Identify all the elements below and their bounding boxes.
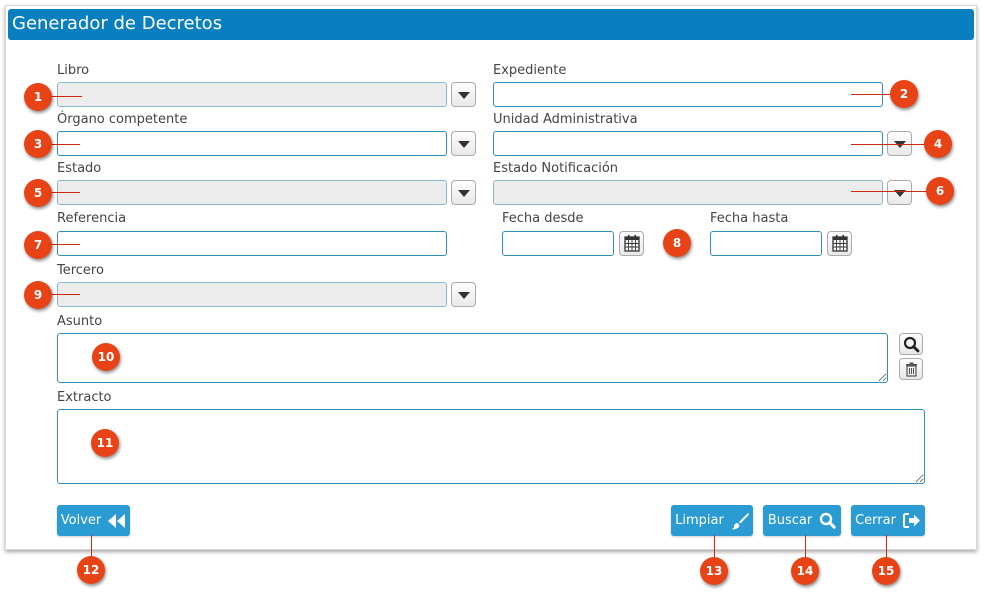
search-icon	[903, 336, 920, 353]
tercero-field[interactable]	[57, 282, 447, 307]
callout-line	[50, 244, 80, 245]
fecha-hasta-calendar-button[interactable]	[827, 231, 852, 256]
callout-line	[714, 535, 715, 557]
fecha-desde-label: Fecha desde	[502, 211, 584, 226]
tercero-label: Tercero	[57, 263, 104, 278]
fecha-hasta-label: Fecha hasta	[710, 211, 789, 226]
expediente-field[interactable]	[493, 82, 883, 107]
libro-field[interactable]	[57, 82, 447, 107]
callout-badge-7: 7	[24, 231, 52, 259]
volver-label: Volver	[60, 513, 102, 528]
fecha-desde-calendar-button[interactable]	[619, 231, 644, 256]
estado-dropdown-button[interactable]	[451, 180, 476, 205]
callout-badge-14: 14	[791, 557, 819, 585]
callout-line	[50, 294, 80, 295]
cerrar-label: Cerrar	[855, 513, 896, 528]
callout-badge-11: 11	[91, 429, 119, 457]
callout-line	[851, 191, 931, 192]
callout-badge-12: 12	[77, 556, 105, 584]
paint-brush-icon	[730, 512, 749, 529]
limpiar-label: Limpiar	[675, 513, 724, 528]
asunto-textarea[interactable]	[57, 333, 888, 383]
asunto-search-button[interactable]	[899, 333, 923, 355]
fecha-hasta-field[interactable]	[710, 231, 822, 256]
search-icon	[819, 512, 836, 529]
limpiar-button[interactable]: Limpiar	[671, 505, 753, 536]
estado-label: Estado	[57, 161, 102, 176]
callout-line	[91, 535, 92, 557]
callout-badge-4: 4	[924, 130, 952, 158]
callout-badge-1: 1	[24, 83, 52, 111]
callout-badge-9: 9	[24, 281, 52, 309]
estado-notificacion-field[interactable]	[493, 180, 883, 205]
buscar-button[interactable]: Buscar	[763, 505, 841, 536]
asunto-delete-button[interactable]	[899, 358, 923, 380]
callout-badge-10: 10	[92, 343, 120, 371]
unidad-field[interactable]	[493, 131, 883, 156]
calendar-icon	[624, 235, 640, 252]
libro-dropdown-button[interactable]	[451, 82, 476, 107]
extracto-label: Extracto	[57, 390, 112, 405]
extracto-textarea[interactable]	[57, 409, 925, 484]
callout-badge-15: 15	[872, 557, 900, 585]
callout-line	[50, 192, 80, 193]
asunto-label: Asunto	[57, 314, 103, 329]
tercero-dropdown-button[interactable]	[451, 282, 476, 307]
callout-badge-3: 3	[24, 130, 52, 158]
callout-badge-2: 2	[890, 80, 918, 108]
calendar-icon	[832, 235, 848, 252]
callout-badge-5: 5	[24, 179, 52, 207]
callout-line	[886, 535, 887, 557]
cerrar-button[interactable]: Cerrar	[851, 505, 925, 536]
callout-badge-13: 13	[700, 557, 728, 585]
callout-line	[851, 144, 929, 145]
callout-line	[50, 96, 82, 97]
libro-label: Libro	[57, 63, 90, 78]
estado-notificacion-dropdown-button[interactable]	[887, 180, 912, 205]
page-title: Generador de Decretos	[12, 13, 223, 34]
referencia-label: Referencia	[57, 211, 127, 226]
header-bar: Generador de Decretos	[8, 9, 974, 40]
trash-icon	[906, 362, 917, 377]
estado-field[interactable]	[57, 180, 447, 205]
fast-backward-icon	[108, 513, 126, 528]
unidad-label: Unidad Administrativa	[493, 112, 638, 127]
callout-line	[50, 144, 80, 145]
volver-button[interactable]: Volver	[57, 505, 130, 536]
organo-field[interactable]	[57, 131, 447, 156]
organo-dropdown-button[interactable]	[451, 131, 476, 156]
referencia-field[interactable]	[57, 231, 447, 256]
organo-label: Órgano competente	[57, 112, 188, 127]
callout-badge-6: 6	[926, 177, 954, 205]
estado-notificacion-label: Estado Notificación	[493, 161, 619, 176]
expediente-label: Expediente	[493, 63, 567, 78]
fecha-desde-field[interactable]	[502, 231, 614, 256]
callout-badge-8: 8	[663, 229, 691, 257]
sign-out-icon	[902, 513, 920, 528]
callout-line	[805, 535, 806, 557]
buscar-label: Buscar	[767, 513, 813, 528]
